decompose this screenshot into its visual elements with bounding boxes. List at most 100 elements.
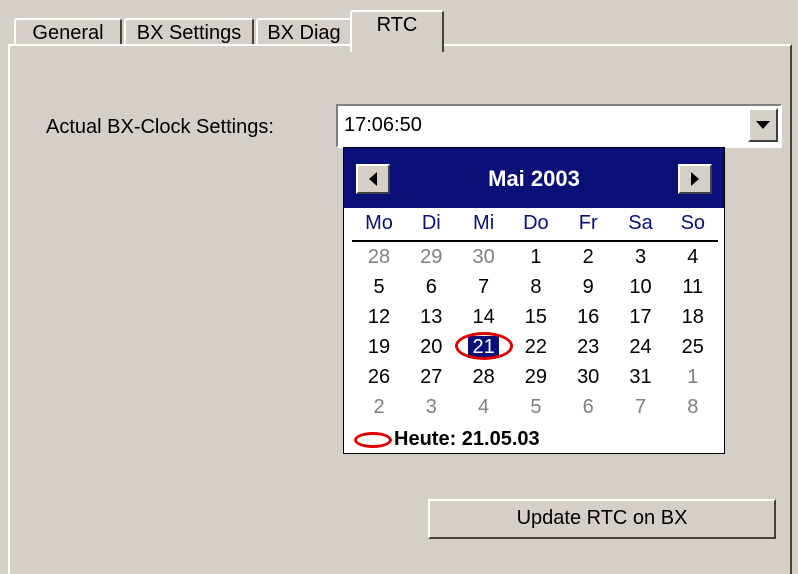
calendar-day[interactable]: 15 xyxy=(509,304,563,330)
calendar-day[interactable]: 4 xyxy=(457,394,511,420)
calendar-day-number: 14 xyxy=(472,306,495,328)
weekday-label: Di xyxy=(421,212,441,234)
weekday-label: Fr xyxy=(578,212,598,234)
calendar-day-number: 7 xyxy=(478,276,490,298)
calendar-day[interactable]: 19 xyxy=(352,334,406,360)
calendar-day[interactable]: 23 xyxy=(561,334,615,360)
calendar-day-selected[interactable]: 21 xyxy=(454,332,513,360)
calendar-day-number: 19 xyxy=(367,336,391,358)
calendar-day-number: 6 xyxy=(582,396,594,418)
calendar-day[interactable]: 18 xyxy=(666,304,720,330)
today-label[interactable]: Heute: 21.05.03 xyxy=(394,428,540,450)
calendar-day[interactable]: 2 xyxy=(352,394,406,420)
calendar-day-number: 21 xyxy=(468,336,499,358)
calendar-day-number: 11 xyxy=(682,276,704,298)
calendar-day[interactable]: 29 xyxy=(509,364,563,390)
calendar-day[interactable]: 28 xyxy=(352,244,406,270)
calendar-day-number: 15 xyxy=(524,306,548,328)
calendar-day[interactable]: 11 xyxy=(666,274,720,300)
tab-strip: General BX Settings BX Diag RTC xyxy=(10,8,795,52)
calendar-day-number: 24 xyxy=(629,336,652,358)
update-rtc-button[interactable]: Update RTC on BX xyxy=(428,499,776,539)
calendar-day-number: 29 xyxy=(420,246,443,268)
calendar-day[interactable]: 30 xyxy=(457,244,511,270)
calendar-day-number: 22 xyxy=(524,336,548,358)
weekday-header-row: Mo Di Mi Do Fr Sa So xyxy=(352,212,718,242)
weekday-label: Mi xyxy=(473,212,495,234)
calendar-day-number: 2 xyxy=(582,246,594,268)
calendar-dropdown: Mai 2003 Mo Di Mi Do Fr Sa So 28 29 30 1 2 3 4 5 6 7 8 9 1… xyxy=(343,147,725,454)
calendar-day[interactable]: 8 xyxy=(509,274,563,300)
calendar-day-number: 9 xyxy=(582,276,594,298)
calendar-day-number: 6 xyxy=(425,276,437,298)
calendar-day-number: 4 xyxy=(687,246,699,268)
calendar-day[interactable]: 24 xyxy=(614,334,668,360)
calendar-day[interactable]: 14 xyxy=(457,304,511,330)
calendar-day-number: 7 xyxy=(634,396,647,418)
calendar-day-number: 17 xyxy=(629,306,652,328)
calendar-day[interactable]: 27 xyxy=(404,364,458,390)
next-month-button[interactable] xyxy=(678,164,712,194)
calendar-day[interactable]: 3 xyxy=(614,244,668,270)
calendar-day[interactable]: 6 xyxy=(404,274,458,300)
calendar-day-number: 1 xyxy=(687,366,699,388)
calendar-day[interactable]: 16 xyxy=(561,304,615,330)
arrow-right-icon xyxy=(691,172,699,186)
calendar-day[interactable]: 3 xyxy=(404,394,458,420)
calendar-day[interactable]: 29 xyxy=(404,244,458,270)
calendar-day[interactable]: 1 xyxy=(666,364,720,390)
calendar-day[interactable]: 7 xyxy=(614,394,668,420)
calendar-day-number: 29 xyxy=(524,366,548,388)
calendar-day-number: 18 xyxy=(681,306,704,328)
calendar-day[interactable]: 5 xyxy=(352,274,406,300)
today-link[interactable]: Heute: 21.05.03 xyxy=(354,428,540,454)
calendar-day[interactable]: 7 xyxy=(457,274,511,300)
calendar-day-number: 26 xyxy=(367,366,391,388)
calendar-day[interactable]: 28 xyxy=(457,364,511,390)
calendar-day-number: 3 xyxy=(634,246,647,268)
weekday-label: Sa xyxy=(628,212,653,234)
calendar-day-number: 20 xyxy=(420,336,443,358)
calendar-day-number: 13 xyxy=(420,306,443,328)
calendar-day[interactable]: 8 xyxy=(666,394,720,420)
weekday-label: So xyxy=(680,212,706,234)
calendar-day-number: 16 xyxy=(577,306,600,328)
calendar-day[interactable]: 12 xyxy=(352,304,406,330)
calendar-day[interactable]: 10 xyxy=(614,274,668,300)
calendar-day-number: 10 xyxy=(629,276,652,298)
weekday-label: Mo xyxy=(365,212,393,234)
calendar-day-number: 27 xyxy=(420,366,443,388)
dropdown-arrow-button[interactable] xyxy=(748,108,778,142)
calendar-day-number: 28 xyxy=(472,366,495,388)
tab-rtc[interactable]: RTC xyxy=(350,10,444,52)
calendar-day[interactable]: 9 xyxy=(561,274,615,300)
clock-settings-label: Actual BX-Clock Settings: xyxy=(46,116,274,138)
calendar-day[interactable]: 20 xyxy=(404,334,458,360)
calendar-day[interactable]: 2 xyxy=(561,244,615,270)
calendar-day[interactable]: 30 xyxy=(561,364,615,390)
calendar-day[interactable]: 17 xyxy=(614,304,668,330)
calendar-day[interactable]: 26 xyxy=(352,364,406,390)
chevron-down-icon xyxy=(756,121,770,129)
calendar-day-number: 5 xyxy=(530,396,542,418)
calendar-day-number: 1 xyxy=(530,246,542,268)
calendar-day-number: 31 xyxy=(629,366,652,388)
calendar-day[interactable]: 1 xyxy=(509,244,563,270)
calendar-day[interactable]: 13 xyxy=(404,304,458,330)
calendar-day-number: 28 xyxy=(367,246,391,268)
calendar-day[interactable]: 25 xyxy=(666,334,720,360)
clock-time-value[interactable]: 17:06:50 xyxy=(344,114,422,137)
calendar-month-title[interactable]: Mai 2003 xyxy=(344,166,724,192)
calendar-day[interactable]: 22 xyxy=(509,334,563,360)
calendar-day[interactable]: 6 xyxy=(561,394,615,420)
calendar-day-number: 2 xyxy=(373,396,385,418)
calendar-day[interactable]: 4 xyxy=(666,244,720,270)
calendar-day[interactable]: 31 xyxy=(614,364,668,390)
calendar-day-number: 12 xyxy=(367,306,391,328)
clock-time-combobox[interactable]: 17:06:50 xyxy=(336,104,782,148)
calendar-day-number: 30 xyxy=(472,246,495,268)
calendar-day-number: 8 xyxy=(530,276,542,298)
calendar-day[interactable]: 5 xyxy=(509,394,563,420)
calendar-day-number: 4 xyxy=(478,396,490,418)
calendar-day-number: 25 xyxy=(681,336,704,358)
